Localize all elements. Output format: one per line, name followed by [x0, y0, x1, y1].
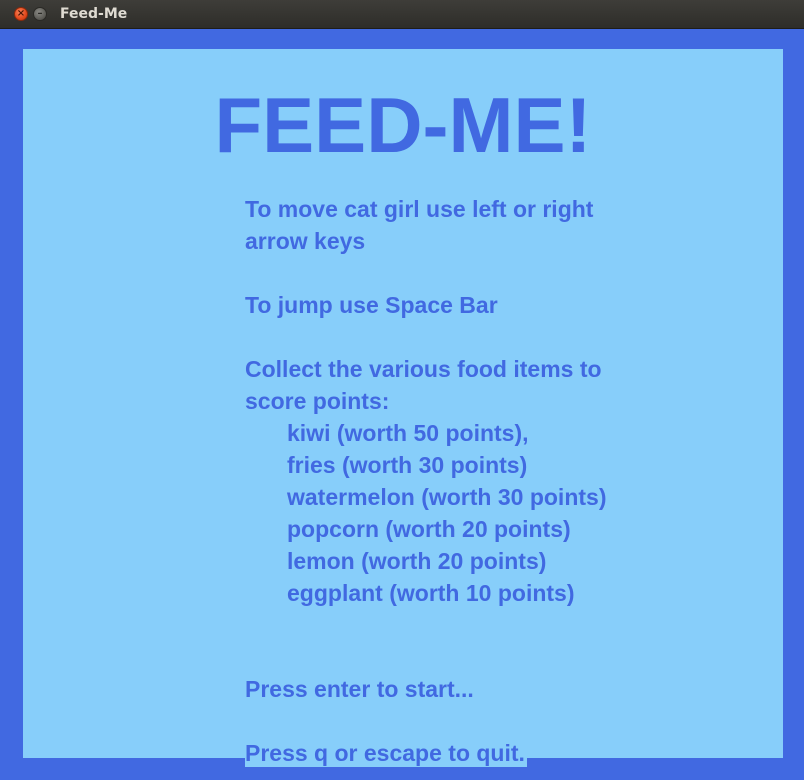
jump-instruction: To jump use Space Bar — [245, 292, 498, 318]
game-canvas[interactable]: FEED-ME! To move cat girl use left or ri… — [3, 29, 801, 780]
move-instruction-line-1: To move cat girl use left or right — [245, 196, 594, 222]
minimize-window-button[interactable]: – — [33, 7, 47, 21]
collect-instruction-line-1: Collect the various food items to — [245, 356, 602, 382]
move-instruction-line-2: arrow keys — [245, 228, 366, 254]
app-window: × – Feed-Me FEED-ME! To move cat girl us… — [0, 0, 804, 780]
window-titlebar[interactable]: × – Feed-Me — [0, 0, 804, 29]
food-item-fries: fries (worth 30 points) — [287, 452, 528, 478]
window-title: Feed-Me — [60, 6, 128, 22]
food-item-lemon: lemon (worth 20 points) — [287, 548, 547, 574]
collect-instruction-line-2: score points: — [245, 388, 390, 414]
food-item-eggplant: eggplant (worth 10 points) — [287, 580, 575, 606]
food-item-kiwi: kiwi (worth 50 points), — [287, 420, 529, 446]
food-item-popcorn: popcorn (worth 20 points) — [287, 516, 571, 542]
quit-prompt: Press q or escape to quit. — [245, 739, 527, 767]
close-icon: × — [16, 8, 26, 19]
instructions-panel: FEED-ME! To move cat girl use left or ri… — [23, 49, 783, 758]
close-window-button[interactable]: × — [14, 7, 28, 21]
game-title: FEED-ME! — [214, 81, 592, 169]
start-prompt: Press enter to start... — [245, 676, 474, 702]
food-item-watermelon: watermelon (worth 30 points) — [287, 484, 607, 510]
minimize-icon: – — [37, 8, 43, 19]
